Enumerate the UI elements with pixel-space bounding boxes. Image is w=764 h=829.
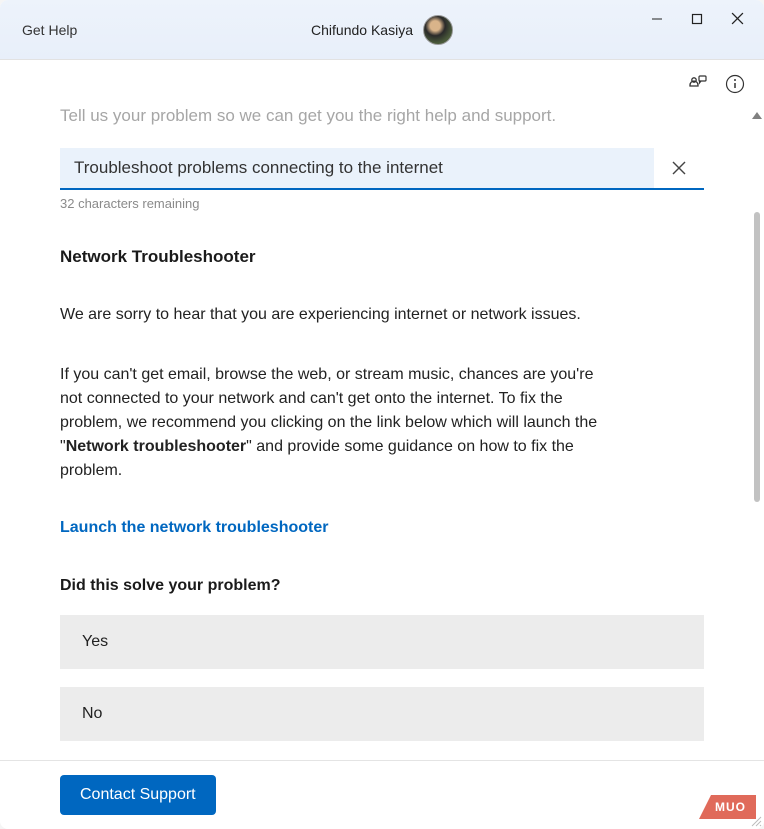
section-title: Network Troubleshooter xyxy=(60,247,704,267)
content-area: Tell us your problem so we can get you t… xyxy=(0,108,764,760)
feedback-icon xyxy=(687,74,707,94)
footer: Contact Support xyxy=(0,760,764,829)
search-row xyxy=(60,148,704,190)
search-input[interactable] xyxy=(60,148,654,188)
toolbar xyxy=(0,60,764,108)
info-button[interactable] xyxy=(724,73,746,95)
clear-search-button[interactable] xyxy=(654,148,704,188)
feedback-button[interactable] xyxy=(686,73,708,95)
maximize-button[interactable] xyxy=(690,12,704,26)
close-button[interactable] xyxy=(730,12,744,26)
scroll-up-icon xyxy=(752,112,762,119)
user-name: Chifundo Kasiya xyxy=(311,22,413,38)
avatar xyxy=(423,15,453,45)
info-icon xyxy=(725,74,745,94)
contact-support-button[interactable]: Contact Support xyxy=(60,775,216,815)
answer-no-button[interactable]: No xyxy=(60,687,704,741)
maximize-icon xyxy=(691,13,703,25)
resize-grip-icon[interactable] xyxy=(750,815,762,827)
body-para-2: If you can't get email, browse the web, … xyxy=(60,363,620,483)
close-icon xyxy=(731,12,744,25)
app-title: Get Help xyxy=(22,22,77,38)
feedback-question: Did this solve your problem? xyxy=(60,577,704,595)
scrollbar[interactable] xyxy=(752,112,762,752)
titlebar: Get Help Chifundo Kasiya xyxy=(0,0,764,60)
para2-bold: Network troubleshooter xyxy=(66,438,246,455)
scroll-thumb[interactable] xyxy=(754,212,760,502)
minimize-button[interactable] xyxy=(650,12,664,26)
minimize-icon xyxy=(651,13,663,25)
launch-troubleshooter-link[interactable]: Launch the network troubleshooter xyxy=(60,519,704,537)
app-window: Get Help Chifundo Kasiya xyxy=(0,0,764,829)
close-icon xyxy=(671,160,687,176)
answer-yes-button[interactable]: Yes xyxy=(60,615,704,669)
user-area[interactable]: Chifundo Kasiya xyxy=(311,15,453,45)
body-para-1: We are sorry to hear that you are experi… xyxy=(60,303,620,327)
prompt-text: Tell us your problem so we can get you t… xyxy=(60,108,704,126)
window-controls xyxy=(650,12,750,26)
char-remaining: 32 characters remaining xyxy=(60,196,704,211)
